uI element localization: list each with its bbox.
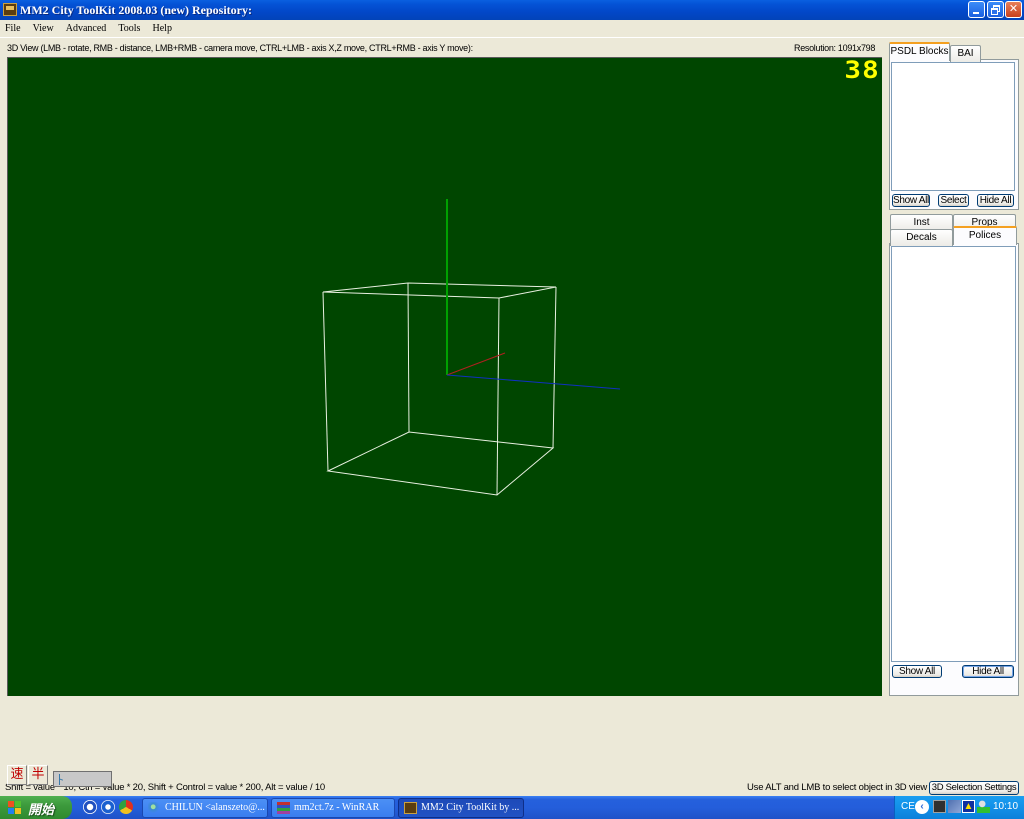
task-label: CHILUN <alanszeto@... (165, 802, 265, 813)
cube-edge-back-left (407, 282, 410, 433)
minimize-button[interactable] (968, 1, 985, 18)
title-bar: MM2 City ToolKit 2008.03 (new) Repositor… (0, 0, 1024, 20)
tab-decals[interactable]: Decals (890, 229, 953, 246)
language-indicator[interactable]: CE (901, 801, 915, 812)
app-icon[interactable] (3, 3, 17, 16)
monitor-icon[interactable] (933, 800, 946, 813)
cube-bottom-face (326, 431, 555, 496)
taskbar: 開始 CHILUN <alanszeto@... mm2ct.7z - WinR… (0, 796, 1024, 819)
clock: 10:10 (993, 801, 1019, 812)
show-hidden-icons-button[interactable]: ‹ (915, 800, 929, 814)
task-winrar[interactable]: mm2ct.7z - WinRAR (271, 798, 395, 818)
tab-psdl-blocks[interactable]: PSDL Blocks (889, 42, 950, 61)
menu-bar: File View Advanced Tools Help (0, 20, 1024, 38)
system-tray: CE ‹ ▲ 10:10 (894, 796, 1024, 819)
tab-bai[interactable]: BAI (950, 45, 981, 62)
scene-svg (322, 199, 621, 496)
window-title: MM2 City ToolKit 2008.03 (new) Repositor… (20, 3, 252, 17)
windows-flag-icon (8, 801, 22, 814)
cube-wireframe (322, 282, 557, 496)
psdl-hide-all-button[interactable]: Hide All (977, 194, 1014, 207)
menu-file[interactable]: File (0, 20, 25, 34)
task-messenger[interactable]: CHILUN <alanszeto@... (142, 798, 268, 818)
objects-hide-all-button[interactable]: Hide All (962, 665, 1014, 678)
start-label: 開始 (28, 803, 55, 818)
ime-speed-mode-button[interactable]: 速 (7, 765, 27, 785)
ime-halfwidth-button[interactable]: 半 (28, 765, 48, 785)
user-status-icon[interactable] (977, 800, 990, 813)
close-button[interactable]: ✕ (1005, 1, 1022, 18)
cube-top-face (322, 282, 557, 299)
restore-button[interactable] (987, 1, 1004, 18)
cube-edge-back-right (552, 286, 557, 449)
ime-caret-icon (59, 774, 60, 785)
view3d-caption: 3D View (LMB - rotate, RMB - distance, L… (7, 43, 473, 53)
psdl-blocks-list[interactable] (891, 62, 1015, 191)
fps-counter: 38 (844, 56, 880, 84)
warning-icon[interactable]: ▲ (962, 800, 975, 813)
task-mm2-toolkit[interactable]: MM2 City ToolKit by ... (398, 798, 524, 818)
winrar-icon (277, 802, 290, 814)
axis-x (446, 352, 506, 376)
menu-advanced[interactable]: Advanced (61, 20, 111, 34)
minimize-icon (973, 12, 979, 14)
viewport-3d[interactable]: 38 (7, 57, 882, 696)
task-label: MM2 City ToolKit by ... (421, 802, 520, 813)
ccleaner-icon[interactable] (83, 800, 97, 814)
mm2-icon (404, 802, 417, 814)
start-button[interactable]: 開始 (0, 796, 72, 819)
restore-icon-front (991, 8, 998, 15)
menu-tools[interactable]: Tools (113, 20, 144, 34)
cube-edge-front-right (496, 297, 500, 496)
psdl-show-all-button[interactable]: Show All (892, 194, 930, 207)
tab-polices[interactable]: Polices (953, 226, 1017, 245)
media-player-icon[interactable] (101, 800, 115, 814)
cube-edge-front-left (322, 291, 329, 472)
alt-select-hint: Use ALT and LMB to select object in 3D v… (747, 782, 928, 793)
chrome-icon[interactable] (119, 800, 133, 814)
selection-settings-button[interactable]: 3D Selection Settings (929, 781, 1019, 795)
close-icon: ✕ (1008, 3, 1019, 15)
polices-list[interactable] (891, 246, 1016, 662)
messenger-icon (148, 802, 161, 814)
psdl-select-button[interactable]: Select (938, 194, 969, 207)
resolution-label: Resolution: 1091x798 (794, 43, 876, 53)
objects-show-all-button[interactable]: Show All (892, 665, 942, 678)
network-icon[interactable] (948, 800, 961, 813)
ime-composition-box[interactable] (53, 771, 112, 787)
menu-view[interactable]: View (28, 20, 58, 34)
axis-z (446, 374, 621, 390)
menu-help[interactable]: Help (148, 20, 176, 34)
task-label: mm2ct.7z - WinRAR (294, 802, 380, 813)
